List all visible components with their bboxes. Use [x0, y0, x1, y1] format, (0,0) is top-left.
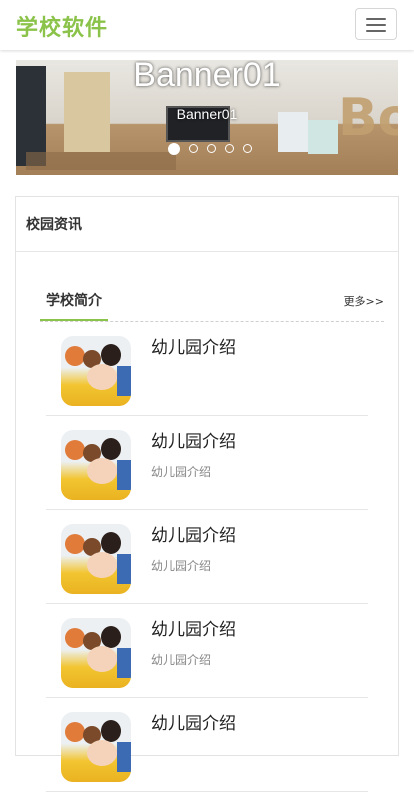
- article-title[interactable]: 幼儿园介绍: [151, 615, 236, 640]
- thumb-shape: [87, 740, 117, 766]
- list-item[interactable]: 幼儿园介绍 幼儿园介绍: [46, 415, 368, 510]
- thumb-shape: [87, 364, 117, 390]
- banner-image-furniture: [26, 152, 176, 170]
- banner-title: Banner01: [133, 60, 281, 94]
- campus-news-panel: 校园资讯 学校简介 更多>> 幼儿园介绍 幼儿园介绍 幼儿园介绍 幼儿园介绍 幼…: [15, 196, 399, 792]
- carousel-indicator-2[interactable]: [189, 144, 199, 153]
- article-title[interactable]: 幼儿园介绍: [151, 709, 236, 734]
- thumb-shape: [65, 346, 85, 366]
- thumb-shape: [117, 554, 131, 584]
- thumb-shape: [65, 628, 85, 648]
- hamburger-menu-icon: [366, 30, 386, 32]
- article-desc: 幼儿园介绍: [151, 653, 212, 667]
- carousel-indicator-5[interactable]: [243, 144, 253, 153]
- thumb-shape: [87, 552, 117, 578]
- thumb-shape: [87, 646, 117, 672]
- article-thumbnail[interactable]: [61, 524, 131, 594]
- banner-carousel[interactable]: Bo Banner01 Banner01: [16, 60, 398, 175]
- thumb-shape: [101, 532, 121, 554]
- list-item[interactable]: 幼儿园介绍: [46, 697, 368, 792]
- article-title[interactable]: 幼儿园介绍: [151, 427, 236, 452]
- thumb-shape: [87, 458, 117, 484]
- list-item[interactable]: 幼儿园介绍: [46, 321, 368, 416]
- article-desc: 幼儿园介绍: [151, 559, 212, 573]
- thumb-shape: [117, 648, 131, 678]
- hamburger-menu-icon: [366, 24, 386, 26]
- article-thumbnail[interactable]: [61, 712, 131, 782]
- thumb-shape: [117, 742, 131, 772]
- list-item[interactable]: 幼儿园介绍 幼儿园介绍: [46, 509, 368, 604]
- thumb-shape: [117, 460, 131, 490]
- carousel-indicators: [168, 138, 256, 155]
- thumb-shape: [117, 366, 131, 396]
- carousel-indicator-4[interactable]: [225, 144, 235, 153]
- more-link[interactable]: 更多>>: [344, 293, 384, 309]
- thumb-shape: [101, 720, 121, 742]
- thumb-shape: [101, 626, 121, 648]
- banner-caption: Banner01: [176, 106, 238, 122]
- article-thumbnail[interactable]: [61, 336, 131, 406]
- tab-school-intro[interactable]: 学校简介: [40, 289, 108, 321]
- banner-image-house: [308, 120, 338, 154]
- carousel-indicator-3[interactable]: [207, 144, 217, 153]
- article-thumbnail[interactable]: [61, 430, 131, 500]
- article-thumbnail[interactable]: [61, 618, 131, 688]
- article-desc: 幼儿园介绍: [151, 465, 212, 479]
- thumb-shape: [65, 534, 85, 554]
- hamburger-menu-icon: [366, 18, 386, 20]
- brand-logo[interactable]: 学校软件: [16, 10, 108, 42]
- section-header: 学校简介 更多>>: [40, 289, 384, 322]
- article-title[interactable]: 幼儿园介绍: [151, 333, 236, 358]
- panel-title: 校园资讯: [26, 217, 82, 233]
- menu-toggle-button[interactable]: [355, 8, 397, 40]
- thumb-shape: [101, 438, 121, 460]
- carousel-indicator-1[interactable]: [168, 142, 180, 155]
- panel-heading: 校园资讯: [16, 197, 398, 252]
- article-title[interactable]: 幼儿园介绍: [151, 521, 236, 546]
- list-item[interactable]: 幼儿园介绍 幼儿园介绍: [46, 603, 368, 698]
- thumb-shape: [65, 722, 85, 742]
- thumb-shape: [101, 344, 121, 366]
- top-navbar: 学校软件: [0, 0, 414, 50]
- thumb-shape: [65, 440, 85, 460]
